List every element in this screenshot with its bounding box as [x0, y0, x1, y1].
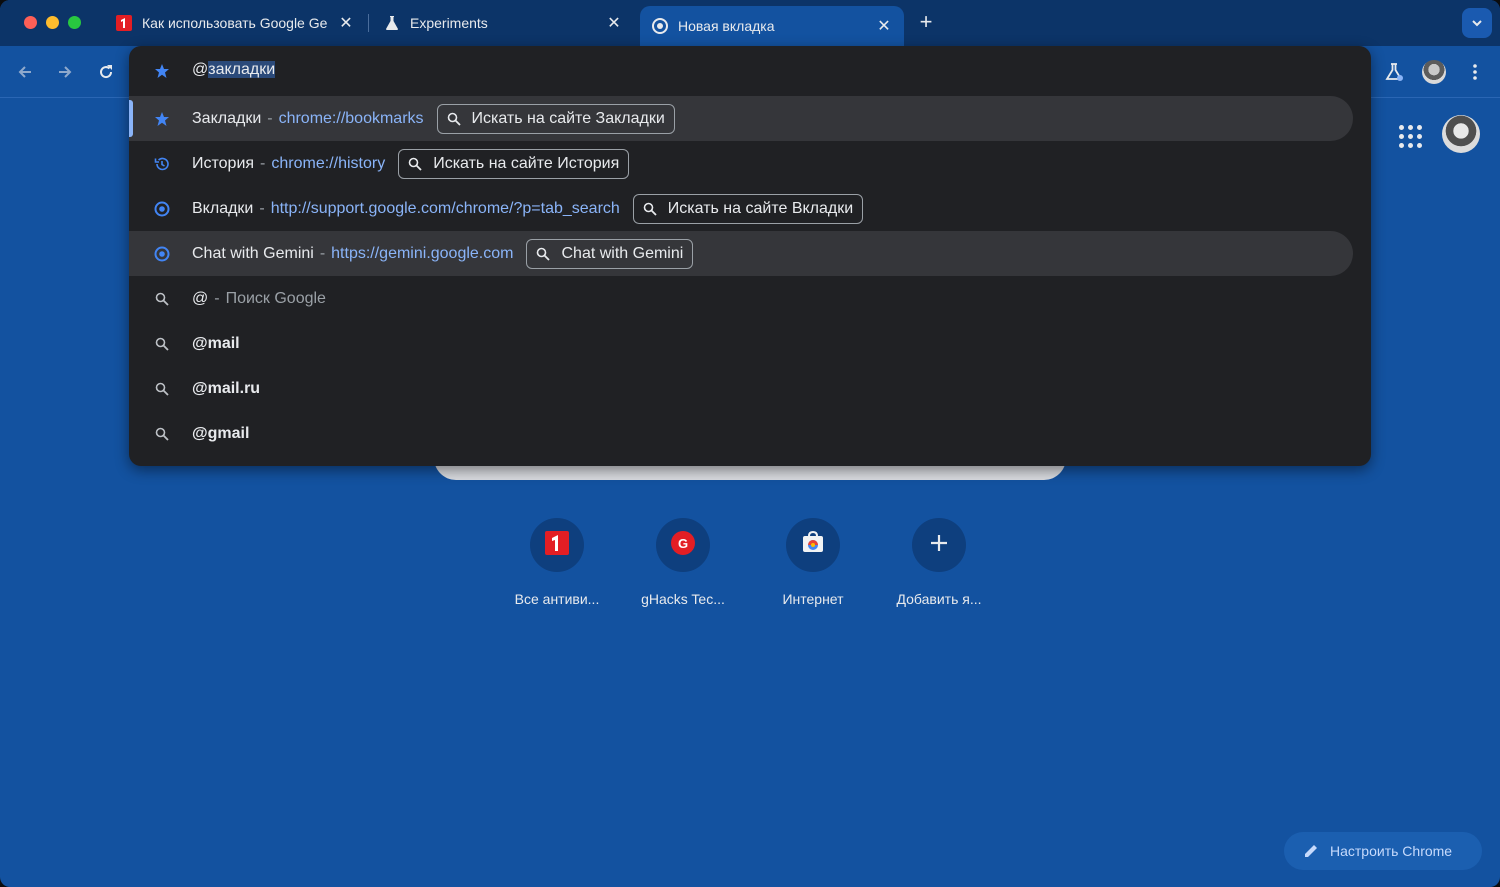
new-tab-plus-icon[interactable]: + [914, 11, 938, 35]
separator: - [214, 289, 220, 307]
labs-beaker-icon[interactable] [1380, 58, 1408, 86]
1-red-logo-icon [543, 529, 571, 562]
chip-label: Chat with Gemini [561, 244, 684, 262]
suggestion-row[interactable]: @mail.ru [129, 366, 1353, 411]
1-red-logo-icon [116, 15, 132, 31]
minimize-window-button[interactable] [46, 16, 59, 29]
search-site-chip[interactable]: Искать на сайте История [398, 148, 630, 179]
chip-label: Искать на сайте История [433, 154, 620, 172]
suggestion-title: @mail.ru [192, 379, 261, 397]
search-icon [407, 156, 423, 172]
suggestion-title: @ [192, 289, 209, 307]
tab-title: Experiments [410, 15, 488, 31]
tab-3-active[interactable]: Новая вкладка ✕ [640, 6, 904, 46]
suggestion-row[interactable]: @ - Поиск Google [129, 276, 1353, 321]
browser-window: Как использовать Google Ge ✕ Experiments… [0, 0, 1500, 887]
separator: - [260, 154, 266, 172]
close-tab-icon[interactable]: ✕ [336, 13, 356, 33]
suggestion-url: https://gemini.google.com [331, 244, 514, 262]
star-icon [153, 62, 171, 80]
reload-icon[interactable] [92, 58, 120, 86]
suggestion-title: Вкладки [192, 199, 254, 217]
suggestion-row[interactable]: История - chrome://history Искать на сай… [129, 141, 1353, 186]
search-icon [153, 425, 171, 443]
close-window-button[interactable] [24, 16, 37, 29]
tab-search-chevron-icon[interactable] [1462, 8, 1492, 38]
chip-label: Искать на сайте Закладки [471, 109, 665, 127]
search-icon [535, 246, 551, 262]
kebab-menu-icon[interactable] [1461, 58, 1489, 86]
suggestion-url: chrome://bookmarks [278, 109, 424, 127]
suggestion-title: @gmail [192, 424, 250, 442]
shortcut-tiles: Все антиви... G gHacks Tec... Интернет Д… [497, 518, 1007, 618]
omnibox-input[interactable]: @закладки [129, 46, 1371, 96]
shortcut-tile[interactable]: Все антиви... [497, 518, 617, 607]
separator: - [319, 244, 326, 262]
typed-prefix: @ [192, 61, 209, 78]
tab-2[interactable]: Experiments ✕ [372, 6, 634, 40]
typed-selection: закладки [208, 61, 276, 78]
separator: - [259, 199, 265, 217]
search-icon [642, 201, 658, 217]
tab-title: Как использовать Google Ge [142, 15, 328, 31]
shortcut-tile[interactable]: Интернет [753, 518, 873, 607]
suggestion-row[interactable]: Закладки - chrome://bookmarks Искать на … [129, 96, 1353, 141]
history-icon [153, 155, 171, 173]
back-arrow-icon[interactable] [11, 58, 39, 86]
close-tab-icon[interactable]: ✕ [604, 13, 624, 33]
shortcut-label: Все антиви... [514, 591, 600, 607]
search-icon [153, 290, 171, 308]
suggestion-url: chrome://history [271, 154, 386, 172]
shortcut-label: gHacks Tec... [641, 591, 725, 607]
shortcut-label: Добавить я... [896, 591, 982, 607]
customize-chrome-button[interactable]: Настроить Chrome [1284, 832, 1482, 870]
gemini-chip[interactable]: Chat with Gemini [526, 238, 694, 269]
chrome-icon [153, 200, 171, 218]
google-account-avatar[interactable] [1442, 115, 1480, 153]
google-apps-grid-icon[interactable] [1394, 120, 1422, 148]
pencil-icon [1302, 842, 1320, 860]
suggestion-title: Chat with Gemini [192, 244, 314, 262]
add-shortcut-tile[interactable]: Добавить я... [879, 518, 999, 607]
suggestion-row[interactable]: @gmail [129, 411, 1353, 456]
forward-arrow-icon[interactable] [51, 58, 79, 86]
tab-title: Новая вкладка [678, 18, 775, 34]
svg-text:G: G [678, 536, 688, 551]
shortcut-tile[interactable]: G gHacks Tec... [623, 518, 743, 607]
suggestion-title: @mail [192, 334, 240, 352]
chrome-web-store-icon [800, 530, 826, 561]
chrome-icon [153, 245, 171, 263]
shortcut-label: Интернет [782, 591, 844, 607]
search-site-chip[interactable]: Искать на сайте Закладки [436, 103, 675, 134]
focus-indicator [129, 100, 133, 137]
separator: - [267, 109, 273, 127]
chip-label: Искать на сайте Вкладки [667, 199, 854, 217]
ghacks-icon: G [670, 530, 696, 561]
omnibox-dropdown: @закладки Закладки - chrome://bookmarks … [129, 46, 1371, 466]
search-icon [446, 111, 462, 127]
suggestion-row[interactable]: Chat with Gemini - https://gemini.google… [129, 231, 1353, 276]
star-icon [153, 110, 171, 128]
search-icon [153, 335, 171, 353]
suggestion-row[interactable]: @mail [129, 321, 1353, 366]
suggestion-suffix: Поиск Google [225, 289, 326, 307]
suggestion-title: Закладки [192, 109, 262, 127]
suggestion-row[interactable]: Вкладки - http://support.google.com/chro… [129, 186, 1353, 231]
tab-separator [368, 14, 369, 32]
customize-label: Настроить Chrome [1330, 843, 1453, 859]
suggestion-title: История [192, 154, 255, 172]
omnibox-text: @закладки [192, 61, 276, 79]
close-tab-icon[interactable]: ✕ [874, 16, 894, 36]
beaker-icon [384, 15, 400, 31]
zoom-window-button[interactable] [68, 16, 81, 29]
profile-avatar[interactable] [1420, 58, 1448, 86]
suggestion-url: http://support.google.com/chrome/?p=tab_… [270, 199, 620, 217]
tab-1[interactable]: Как использовать Google Ge ✕ [104, 6, 366, 40]
plus-icon [929, 533, 949, 558]
chrome-icon [652, 18, 668, 34]
search-icon [153, 380, 171, 398]
tab-strip: Как использовать Google Ge ✕ Experiments… [0, 0, 1500, 46]
search-site-chip[interactable]: Искать на сайте Вкладки [632, 193, 864, 224]
